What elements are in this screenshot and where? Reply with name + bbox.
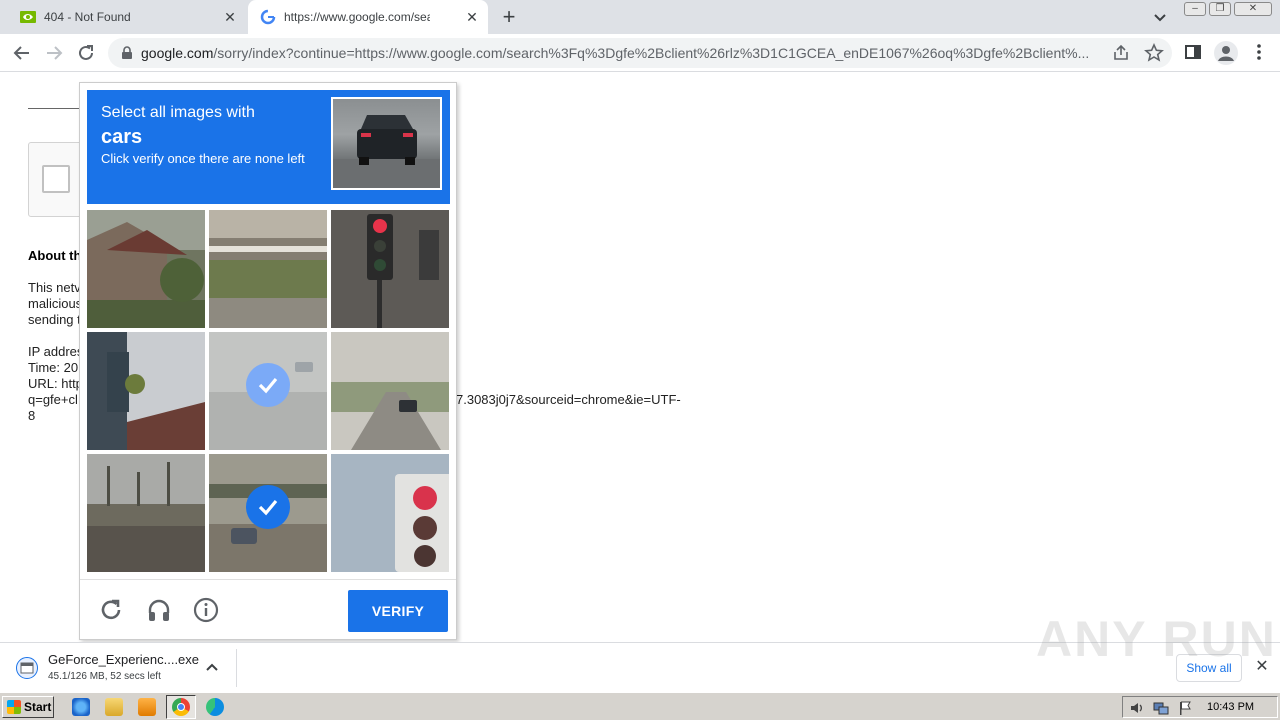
forward-arrow-icon[interactable]: [42, 41, 66, 65]
network-icon[interactable]: [1153, 700, 1169, 716]
chevron-up-icon[interactable]: [205, 660, 219, 674]
google-g-icon: [260, 9, 276, 25]
windows-taskbar: Start 10:43 PM: [0, 692, 1280, 720]
selected-check-icon: [246, 363, 290, 407]
clock[interactable]: 10:43 PM: [1207, 701, 1254, 713]
tab-close-icon[interactable]: ✕: [464, 9, 480, 25]
internet-explorer-icon[interactable]: [72, 698, 90, 716]
captcha-tile[interactable]: [209, 454, 327, 572]
info-line: 8: [28, 408, 36, 423]
share-icon[interactable]: [1112, 44, 1130, 62]
recaptcha-checkbox[interactable]: [42, 165, 70, 193]
captcha-tile[interactable]: [209, 210, 327, 328]
system-tray: 10:43 PM: [1122, 696, 1278, 718]
anyrun-watermark: ANY RUN: [1036, 611, 1277, 667]
start-button[interactable]: Start: [2, 696, 54, 718]
captcha-tile[interactable]: [87, 210, 205, 328]
captcha-image-grid: [87, 210, 450, 573]
reload-challenge-icon[interactable]: [98, 597, 124, 623]
back-arrow-icon[interactable]: [10, 41, 34, 65]
bookmark-star-icon[interactable]: [1144, 43, 1164, 63]
download-file-name[interactable]: GeForce_Experienc....exe: [48, 652, 199, 667]
url-tail-text: 7.3083j0j7&sourceid=chrome&ie=UTF-: [456, 392, 681, 407]
windows-flag-icon: [7, 700, 21, 714]
side-panel-icon[interactable]: [1184, 43, 1202, 61]
close-window-icon[interactable]: ✕: [1234, 2, 1272, 16]
action-center-flag-icon[interactable]: [1177, 700, 1193, 716]
tab-title: 404 - Not Found: [44, 10, 131, 24]
profile-avatar-icon[interactable]: [1214, 41, 1238, 65]
info-line: URL: http: [28, 376, 83, 391]
captcha-header: Select all images with cars Click verify…: [87, 90, 450, 204]
captcha-tile[interactable]: [209, 332, 327, 450]
captcha-tile[interactable]: [331, 210, 449, 328]
download-status: 45.1/126 MB, 52 secs left: [48, 671, 161, 682]
restore-icon[interactable]: ❐: [1209, 2, 1231, 16]
captcha-tile[interactable]: [87, 332, 205, 450]
info-line: Time: 20:: [28, 360, 82, 375]
media-player-icon[interactable]: [138, 698, 156, 716]
captcha-tile[interactable]: [331, 332, 449, 450]
para-line: This netv: [28, 280, 81, 295]
chevron-down-icon[interactable]: [1150, 8, 1170, 28]
exe-file-icon[interactable]: [16, 657, 38, 679]
edge-icon[interactable]: [206, 698, 224, 716]
lock-icon[interactable]: [120, 46, 134, 60]
info-line: q=gfe+cl: [28, 392, 78, 407]
tab-title: https://www.google.com/search?q=: [284, 10, 430, 24]
nvidia-logo-icon: [20, 9, 36, 25]
para-line: sending t: [28, 312, 81, 327]
info-icon[interactable]: [193, 597, 219, 623]
chrome-taskbar-button[interactable]: [166, 695, 196, 719]
browser-toolbar: google.com/sorry/index?continue=https://…: [0, 34, 1280, 72]
captcha-sample-image: [331, 97, 442, 190]
captcha-challenge-dialog: Select all images with cars Click verify…: [79, 82, 457, 640]
captcha-footer: VERIFY: [80, 579, 456, 639]
divider: [236, 649, 237, 687]
start-label: Start: [24, 700, 52, 714]
selected-check-icon: [246, 485, 290, 529]
captcha-tile[interactable]: [87, 454, 205, 572]
verify-button[interactable]: VERIFY: [348, 590, 448, 632]
captcha-target: cars: [101, 126, 143, 148]
about-heading: About th: [28, 248, 82, 263]
info-line: IP addres: [28, 344, 84, 359]
kebab-menu-icon[interactable]: [1250, 43, 1268, 61]
tab-google-search[interactable]: https://www.google.com/search?q= ✕: [248, 0, 488, 34]
audio-challenge-headphones-icon[interactable]: [146, 597, 172, 623]
new-tab-plus-icon[interactable]: +: [498, 6, 520, 29]
para-line: malicious: [28, 296, 83, 311]
captcha-subinstruction: Click verify once there are none left: [101, 151, 305, 166]
minimize-icon[interactable]: –: [1184, 2, 1206, 16]
file-explorer-icon[interactable]: [105, 698, 123, 716]
url-text[interactable]: google.com/sorry/index?continue=https://…: [141, 45, 1103, 61]
tab-strip: 404 - Not Found ✕ https://www.google.com…: [0, 0, 1280, 34]
captcha-instruction: Select all images with: [101, 104, 255, 121]
reload-icon[interactable]: [74, 41, 98, 65]
tab-404-not-found[interactable]: 404 - Not Found ✕: [10, 0, 246, 34]
tab-close-icon[interactable]: ✕: [222, 9, 238, 25]
address-bar[interactable]: google.com/sorry/index?continue=https://…: [108, 38, 1172, 68]
captcha-tile[interactable]: [331, 454, 449, 572]
speaker-icon[interactable]: [1129, 700, 1145, 716]
